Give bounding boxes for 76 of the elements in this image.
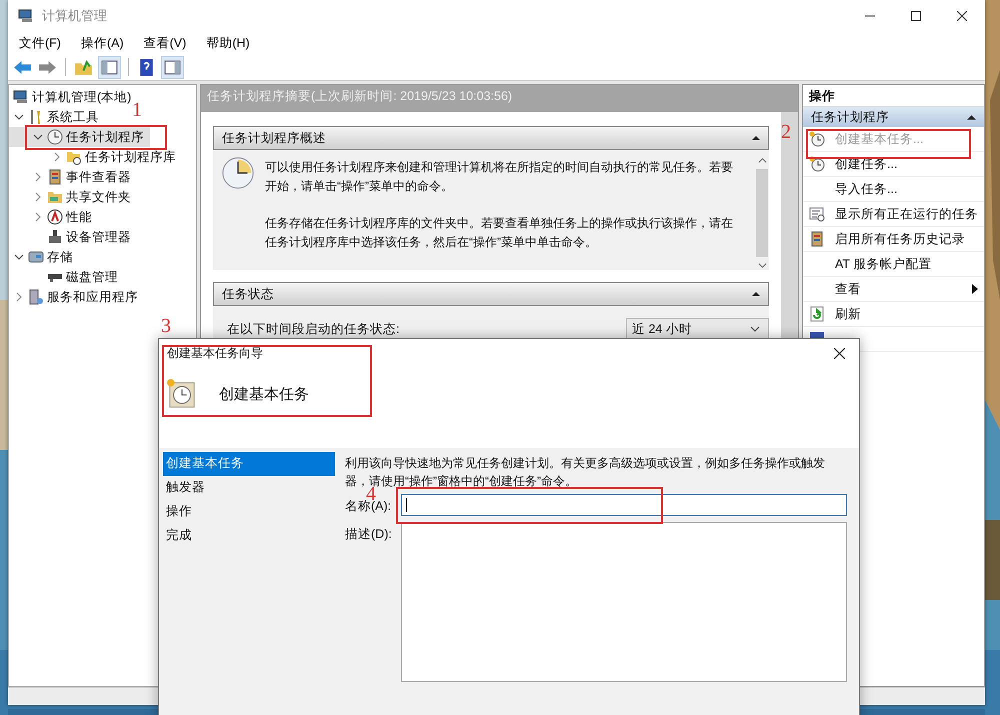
tree-item[interactable]: 任务计划程序 xyxy=(9,127,150,147)
scroll-up-icon[interactable] xyxy=(758,156,766,165)
pane-icon[interactable] xyxy=(98,56,121,78)
status-label: 在以下时间段启动的任务状态: xyxy=(227,320,400,338)
dialog-heading: 创建基本任务 xyxy=(219,384,309,404)
clock-icon xyxy=(809,156,825,172)
action-item[interactable]: 创建任务... xyxy=(803,152,984,177)
clock-icon xyxy=(221,156,256,190)
computer-icon xyxy=(18,8,34,24)
tree-item[interactable]: 任务计划程序库 xyxy=(9,147,182,167)
action-pane-icon[interactable] xyxy=(161,56,184,78)
wizard-step[interactable]: 触发器 xyxy=(163,476,335,500)
collapse-icon[interactable] xyxy=(967,114,976,120)
tree-item[interactable]: 设备管理器 xyxy=(9,227,137,247)
menu-item[interactable]: 操作(A) xyxy=(74,32,131,54)
field-label: 名称(A): xyxy=(345,499,392,515)
close-icon xyxy=(834,348,845,359)
wizard-step[interactable]: 完成 xyxy=(163,524,335,548)
storage-icon xyxy=(28,249,44,265)
section-title: 任务状态 xyxy=(222,286,274,302)
clock-icon xyxy=(809,131,825,147)
shared-folder-icon xyxy=(47,189,63,205)
wizard-step[interactable]: 创建基本任务 xyxy=(163,452,335,476)
submenu-arrow-icon xyxy=(972,284,978,294)
action-item[interactable]: 导入任务... xyxy=(803,177,984,202)
wizard-intro: 利用该向导快速地为常见任务创建计划。有关更多高级选项或设置，例如多任务操作或触发器，请使用“操作”窗格中的“创建任务”命令。 xyxy=(345,455,826,488)
task-clock-icon xyxy=(167,379,197,409)
folder-clock-icon xyxy=(66,149,82,165)
tree-item[interactable]: 存储 xyxy=(9,247,79,267)
collapse-icon[interactable] xyxy=(752,291,760,297)
scrollbar[interactable] xyxy=(755,156,769,270)
action-item[interactable]: 显示所有正在运行的任务 xyxy=(803,202,984,227)
tree-item[interactable]: 服务和应用程序 xyxy=(9,287,144,307)
tree-item[interactable]: 共享文件夹 xyxy=(9,187,137,207)
tree-item[interactable]: 磁盘管理 xyxy=(9,267,124,287)
description-field[interactable] xyxy=(401,522,847,682)
menu-item[interactable]: 查看(V) xyxy=(136,32,194,54)
device-icon xyxy=(47,229,63,245)
overview-text: 任务存储在任务计划程序库的文件夹中。若要查看单独任务上的操作或执行该操作，请在任务计划程序库中选择该任务，然后在“操作”菜单中单击命令。 xyxy=(265,215,734,251)
maximize-icon xyxy=(911,11,921,21)
section-header[interactable]: 任务状态 xyxy=(213,282,769,306)
name-field[interactable] xyxy=(401,494,847,516)
refresh-icon xyxy=(809,306,825,322)
menu-item[interactable]: 帮助(H) xyxy=(199,32,257,54)
section-title: 任务计划程序概述 xyxy=(222,130,326,146)
gauge-icon xyxy=(47,209,63,225)
chevron-down-icon xyxy=(750,324,760,334)
annotation-number: 1 xyxy=(132,100,142,120)
tree-item[interactable]: 事件查看器 xyxy=(9,167,137,187)
annotation-number: 3 xyxy=(161,316,171,336)
overview-text: 可以使用任务计划程序来创建和管理计算机将在所指定的时间自动执行的常见任务。若要开始，请单击“操作”菜单中的命令。 xyxy=(265,159,734,195)
log-icon xyxy=(809,231,825,247)
menu-item[interactable]: 文件(F) xyxy=(12,32,68,54)
tree-item[interactable]: 性能 xyxy=(9,207,98,227)
log-icon xyxy=(47,169,63,185)
tree-item[interactable]: 系统工具 xyxy=(9,107,105,127)
server-icon xyxy=(28,289,44,305)
action-item[interactable]: 刷新 xyxy=(803,302,984,327)
annotation-number: 2 xyxy=(781,122,791,142)
action-item[interactable]: 启用所有任务历史记录 xyxy=(803,227,984,252)
period-dropdown[interactable]: 近 24 小时 xyxy=(626,318,769,340)
field-label: 描述(D): xyxy=(345,526,393,543)
clock-icon xyxy=(47,129,63,145)
summary-header: 任务计划程序摘要(上次刷新时间: 2019/5/23 10:03:56) xyxy=(201,85,798,112)
task-list-icon xyxy=(809,206,825,222)
dialog-title: 创建基本任务向导 xyxy=(167,345,263,362)
actions-group-header[interactable]: 任务计划程序 xyxy=(803,107,984,127)
close-icon xyxy=(957,11,967,21)
action-item[interactable]: 查看 xyxy=(803,277,984,302)
computer-icon xyxy=(13,89,29,105)
section-header[interactable]: 任务计划程序概述 xyxy=(213,126,769,150)
action-item[interactable]: AT 服务帐户配置 xyxy=(803,252,984,277)
scroll-down-icon[interactable] xyxy=(758,261,766,270)
window-title: 计算机管理 xyxy=(42,7,107,25)
wizard-step[interactable]: 操作 xyxy=(163,500,335,524)
collapse-icon[interactable] xyxy=(752,135,760,141)
